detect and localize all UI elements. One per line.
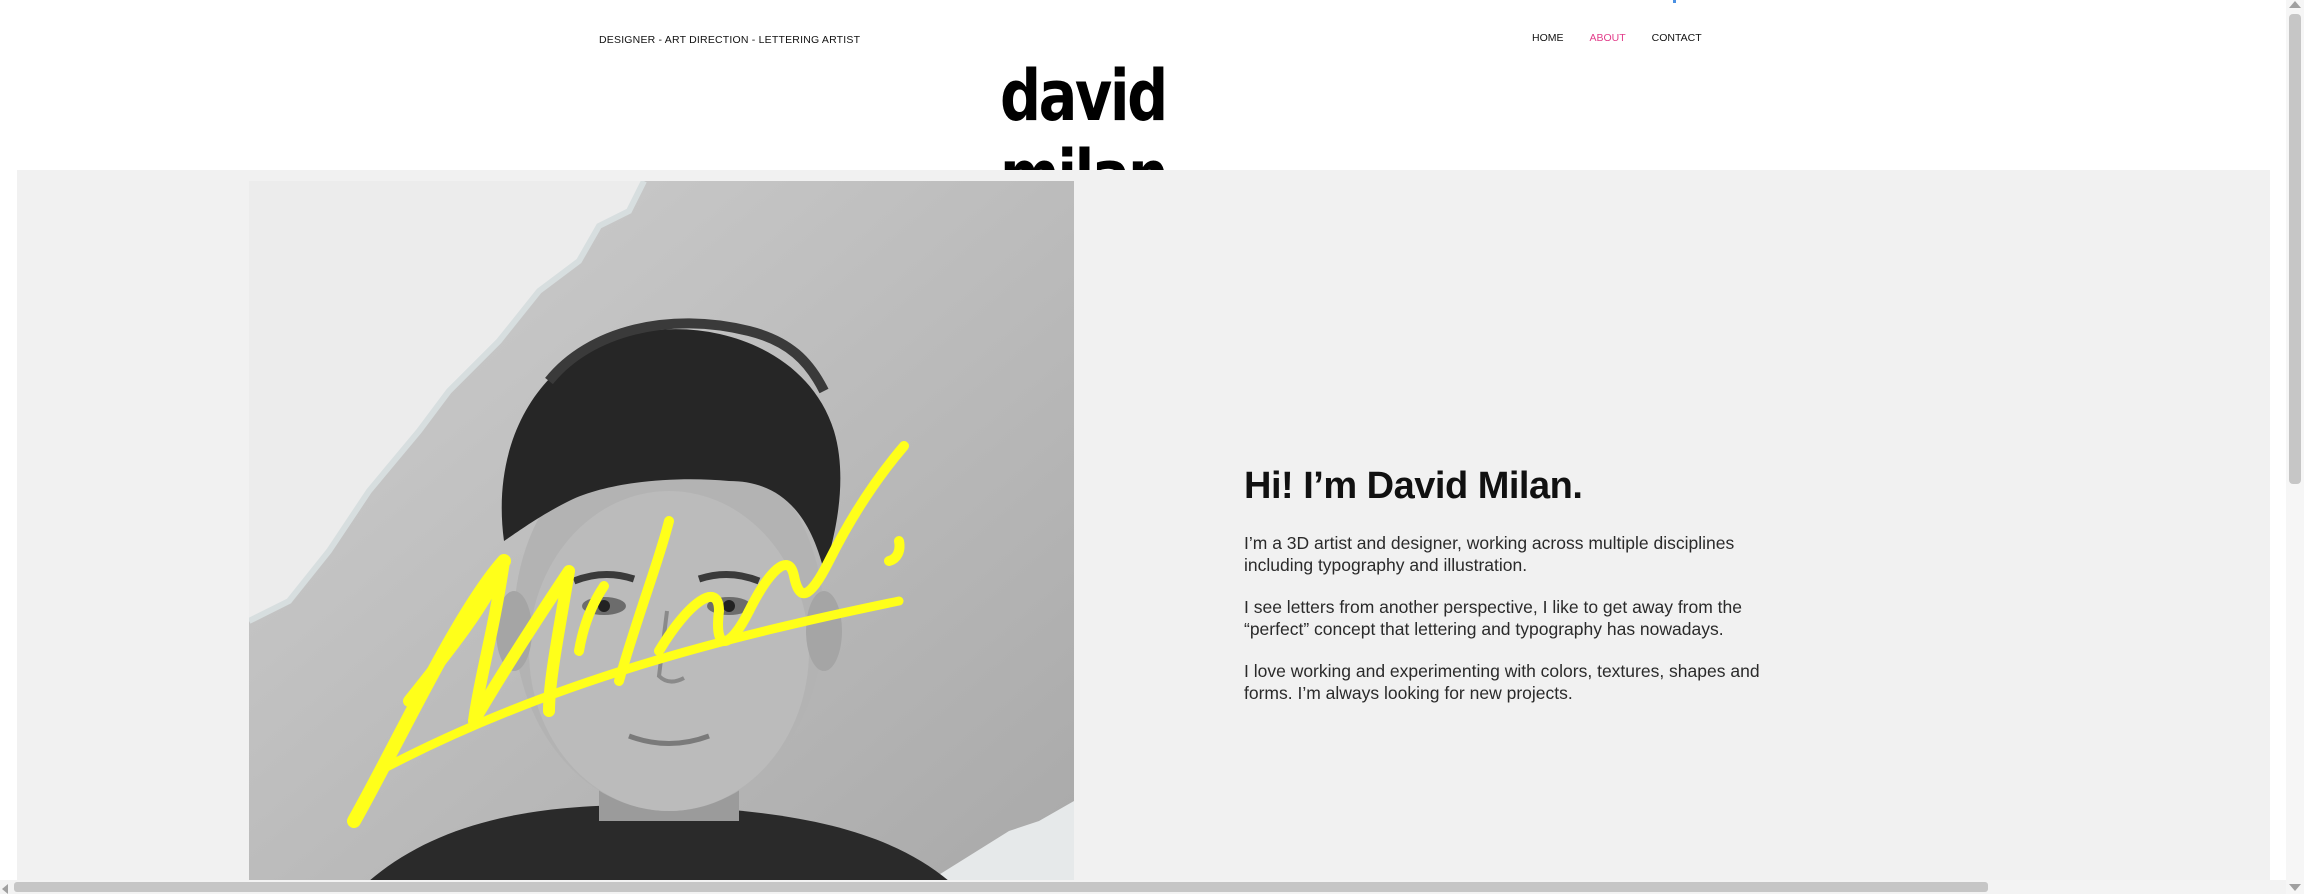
top-accent-mark: [1673, 0, 1676, 3]
vertical-scroll-thumb[interactable]: [2289, 14, 2301, 484]
nav-contact[interactable]: CONTACT: [1652, 32, 1702, 44]
intro-text: Hi! I’m David Milan. I’m a 3D artist and…: [1244, 465, 1784, 724]
vertical-scrollbar[interactable]: [2286, 0, 2304, 894]
intro-paragraph-1: I’m a 3D artist and designer, working ac…: [1244, 533, 1735, 575]
portrait-illustration: [249, 181, 1074, 881]
scroll-left-arrow-icon[interactable]: [2, 884, 8, 894]
main-nav: HOME ABOUT CONTACT: [1532, 32, 1702, 44]
horizontal-scroll-thumb[interactable]: [14, 882, 1988, 892]
portrait-image: [249, 181, 1074, 881]
intro-heading: Hi! I’m David Milan.: [1244, 465, 1583, 507]
intro-paragraph-3: I love working and experimenting with co…: [1244, 661, 1760, 703]
scroll-up-arrow-icon[interactable]: [2289, 1, 2301, 8]
nav-about[interactable]: ABOUT: [1590, 32, 1626, 44]
horizontal-scrollbar[interactable]: [0, 880, 2286, 894]
site-tagline: DESIGNER - ART DIRECTION - LETTERING ART…: [599, 34, 861, 46]
intro-paragraph-2: I see letters from another perspective, …: [1244, 597, 1743, 639]
nav-home[interactable]: HOME: [1532, 32, 1564, 44]
scroll-down-arrow-icon[interactable]: [2289, 884, 2301, 891]
